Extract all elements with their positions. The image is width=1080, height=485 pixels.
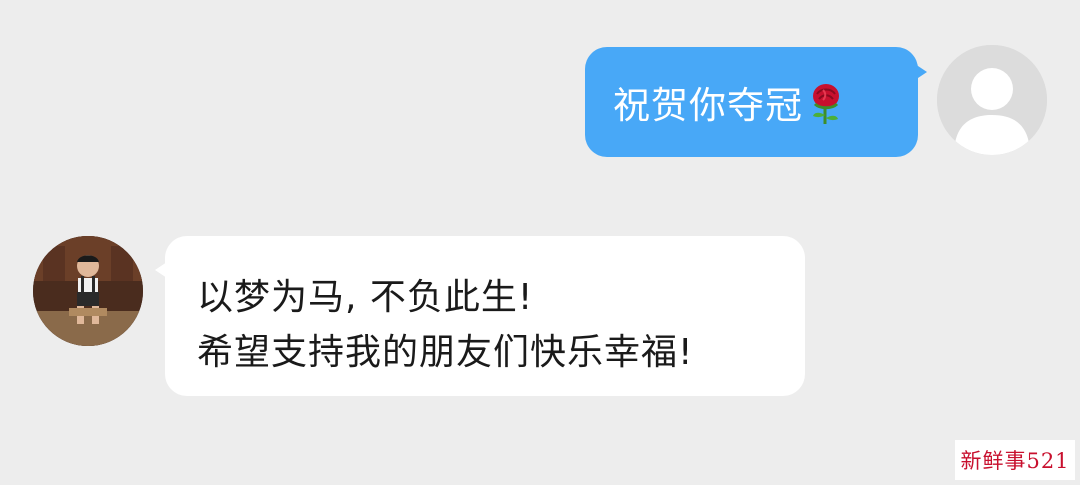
incoming-message-line: 以梦为马, 不负此生! [197, 277, 534, 318]
bubble-tail [155, 262, 167, 278]
user-silhouette-icon [937, 45, 1047, 155]
outgoing-message-text: 祝贺你夺冠 [613, 84, 803, 127]
child-photo-icon [33, 236, 143, 346]
incoming-message-bubble[interactable]: 以梦为马, 不负此生! 希望支持我的朋友们快乐幸福! [155, 236, 805, 396]
self-avatar[interactable] [937, 45, 1047, 155]
bubble-tail [915, 64, 927, 80]
watermark: 新鲜事521 [955, 440, 1075, 480]
outgoing-message-bubble[interactable]: 祝贺你夺冠 [585, 47, 927, 157]
contact-avatar[interactable] [33, 236, 143, 346]
rose-icon [809, 82, 843, 126]
incoming-message-line: 希望支持我的朋友们快乐幸福! [197, 332, 694, 373]
watermark-text: 新鲜事521 [960, 449, 1070, 473]
